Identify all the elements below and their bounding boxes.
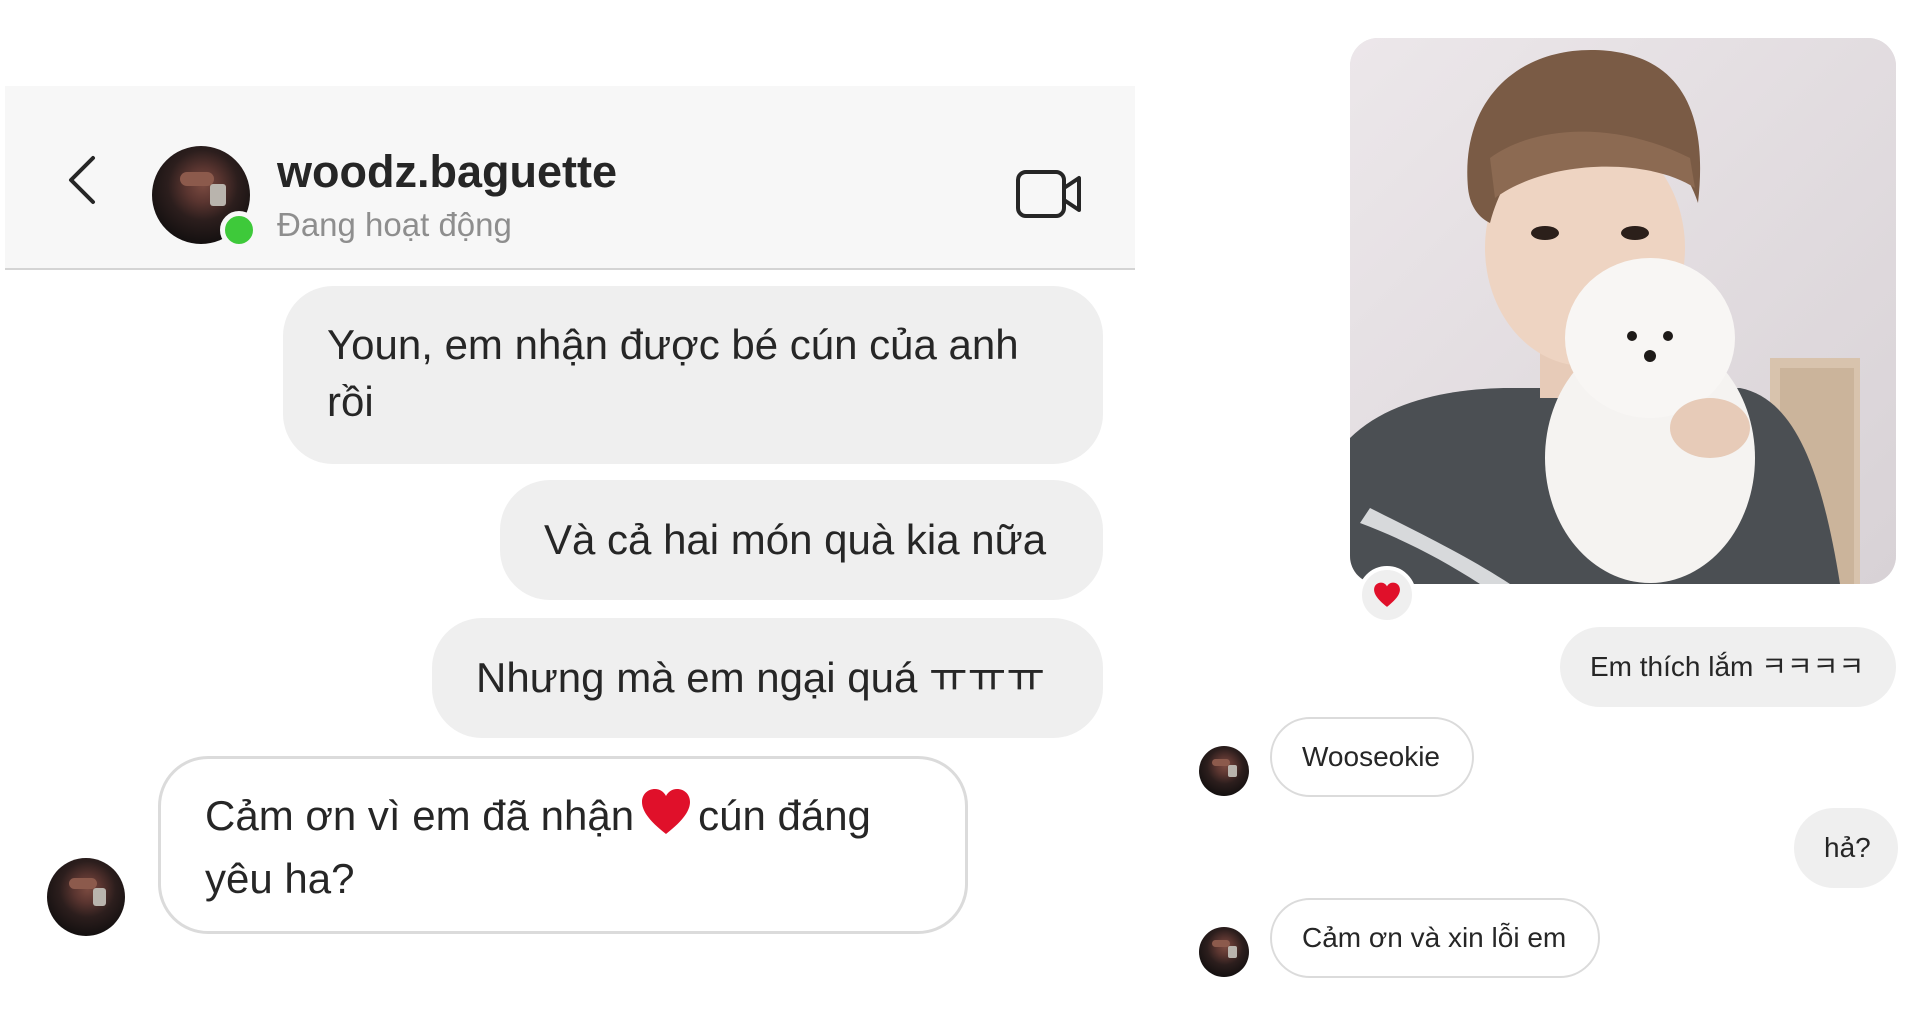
- chat-username[interactable]: woodz.baguette: [277, 146, 617, 198]
- shared-photo[interactable]: [1350, 38, 1896, 584]
- received-message-bubble[interactable]: Cảm ơn và xin lỗi em: [1270, 898, 1600, 978]
- received-message-bubble[interactable]: Cảm ơn vì em đã nhận cún đáng yêu ha?: [158, 756, 968, 934]
- message-text: Và cả hai món quà kia nữa: [544, 516, 1047, 563]
- sender-avatar[interactable]: [1199, 927, 1249, 977]
- chat-right-panel: Em thích lắm ㅋㅋㅋㅋ Wooseokie hả? Cảm ơn v…: [1140, 0, 1920, 1009]
- chat-header: woodz.baguette Đang hoạt động: [5, 86, 1135, 270]
- message-text: Nhưng mà em ngại quá ㅠㅠㅠ: [476, 654, 1045, 701]
- red-heart-icon: [640, 788, 692, 850]
- video-call-button[interactable]: [1015, 166, 1083, 222]
- sent-message-bubble[interactable]: Youn, em nhận được bé cún của anh rồi: [283, 286, 1103, 464]
- activity-status: Đang hoạt động: [277, 206, 512, 243]
- sender-avatar[interactable]: [1199, 746, 1249, 796]
- sent-message-bubble[interactable]: hả?: [1794, 808, 1898, 888]
- chat-left-panel: woodz.baguette Đang hoạt động Youn, em n…: [0, 0, 1140, 1009]
- received-message-bubble[interactable]: Wooseokie: [1270, 717, 1474, 797]
- message-text: Em thích lắm ㅋㅋㅋㅋ: [1590, 651, 1865, 682]
- back-button[interactable]: [63, 152, 103, 208]
- red-heart-icon: [1374, 582, 1400, 607]
- sent-message-bubble[interactable]: Em thích lắm ㅋㅋㅋㅋ: [1560, 627, 1896, 707]
- message-text: Wooseokie: [1302, 741, 1441, 772]
- chevron-left-icon: [69, 156, 95, 204]
- photo-image: [1350, 38, 1896, 584]
- sent-message-bubble[interactable]: Nhưng mà em ngại quá ㅠㅠㅠ: [432, 618, 1103, 738]
- message-text: Cảm ơn và xin lỗi em: [1302, 922, 1567, 953]
- message-text: hả?: [1824, 832, 1871, 863]
- message-text: Cảm ơn vì em đã nhận: [205, 792, 635, 839]
- online-status-dot: [220, 211, 258, 249]
- sender-avatar[interactable]: [47, 858, 125, 936]
- message-text: Youn, em nhận được bé cún của anh rồi: [327, 321, 1019, 425]
- sent-message-bubble[interactable]: Và cả hai món quà kia nữa: [500, 480, 1103, 600]
- video-camera-icon: [1016, 170, 1081, 218]
- heart-reaction-badge[interactable]: [1358, 566, 1416, 624]
